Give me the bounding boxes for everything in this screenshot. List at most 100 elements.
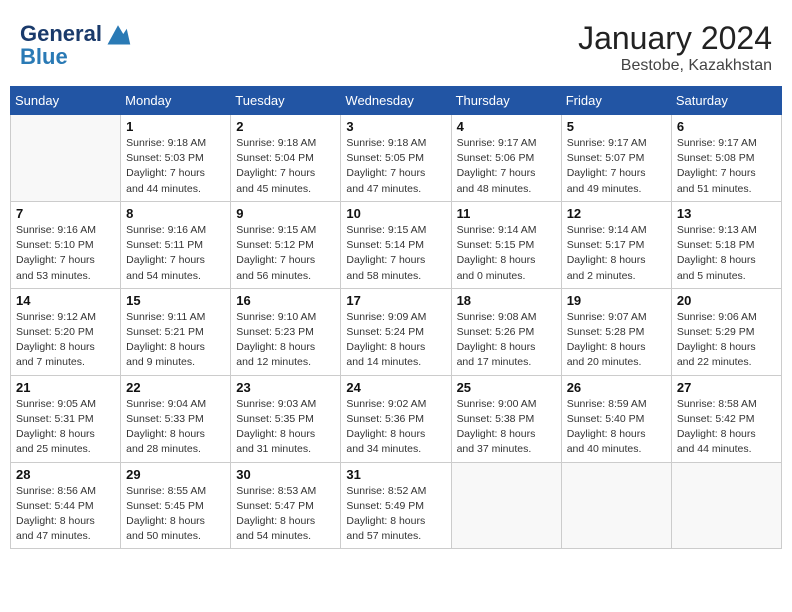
calendar-cell: 6 Sunrise: 9:17 AM Sunset: 5:08 PM Daylig…: [671, 115, 781, 202]
day-info: Sunrise: 9:14 AM Sunset: 5:17 PM Dayligh…: [567, 223, 666, 284]
calendar-cell: 17 Sunrise: 9:09 AM Sunset: 5:24 PM Dayli…: [341, 288, 451, 375]
day-number: 29: [126, 467, 225, 482]
day-number: 17: [346, 293, 445, 308]
day-info: Sunrise: 9:11 AM Sunset: 5:21 PM Dayligh…: [126, 310, 225, 371]
calendar-cell: 19 Sunrise: 9:07 AM Sunset: 5:28 PM Dayli…: [561, 288, 671, 375]
day-number: 11: [457, 206, 556, 221]
day-info: Sunrise: 8:56 AM Sunset: 5:44 PM Dayligh…: [16, 484, 115, 545]
day-number: 2: [236, 119, 335, 134]
day-info: Sunrise: 9:07 AM Sunset: 5:28 PM Dayligh…: [567, 310, 666, 371]
day-info: Sunrise: 9:18 AM Sunset: 5:04 PM Dayligh…: [236, 136, 335, 197]
calendar-cell: 22Sunrise: 9:04 AM Sunset: 5:33 PM Dayli…: [121, 375, 231, 462]
day-number: 24: [346, 380, 445, 395]
calendar-cell: [561, 462, 671, 549]
day-info: Sunrise: 9:15 AM Sunset: 5:12 PM Dayligh…: [236, 223, 335, 284]
day-info: Sunrise: 9:17 AM Sunset: 5:06 PM Dayligh…: [457, 136, 556, 197]
day-number: 21: [16, 380, 115, 395]
calendar-cell: 31Sunrise: 8:52 AM Sunset: 5:49 PM Dayli…: [341, 462, 451, 549]
day-info: Sunrise: 8:55 AM Sunset: 5:45 PM Dayligh…: [126, 484, 225, 545]
day-info: Sunrise: 9:14 AM Sunset: 5:15 PM Dayligh…: [457, 223, 556, 284]
day-number: 20: [677, 293, 776, 308]
day-info: Sunrise: 8:53 AM Sunset: 5:47 PM Dayligh…: [236, 484, 335, 545]
calendar-cell: 14 Sunrise: 9:12 AM Sunset: 5:20 PM Dayli…: [11, 288, 121, 375]
day-number: 27: [677, 380, 776, 395]
day-number: 4: [457, 119, 556, 134]
calendar-cell: 10Sunrise: 9:15 AM Sunset: 5:14 PM Dayli…: [341, 201, 451, 288]
day-info: Sunrise: 9:00 AM Sunset: 5:38 PM Dayligh…: [457, 397, 556, 458]
day-number: 30: [236, 467, 335, 482]
calendar-cell: 23 Sunrise: 9:03 AM Sunset: 5:35 PM Dayli…: [231, 375, 341, 462]
weekday-header-tuesday: Tuesday: [231, 87, 341, 115]
weekday-header-sunday: Sunday: [11, 87, 121, 115]
logo-icon: [104, 20, 132, 48]
day-info: Sunrise: 9:16 AM Sunset: 5:11 PM Dayligh…: [126, 223, 225, 284]
day-number: 14: [16, 293, 115, 308]
calendar-cell: 25Sunrise: 9:00 AM Sunset: 5:38 PM Dayli…: [451, 375, 561, 462]
day-info: Sunrise: 9:03 AM Sunset: 5:35 PM Dayligh…: [236, 397, 335, 458]
calendar-cell: 1 Sunrise: 9:18 AM Sunset: 5:03 PM Daylig…: [121, 115, 231, 202]
calendar-cell: 8 Sunrise: 9:16 AM Sunset: 5:11 PM Daylig…: [121, 201, 231, 288]
day-number: 1: [126, 119, 225, 134]
day-number: 23: [236, 380, 335, 395]
calendar-cell: 30 Sunrise: 8:53 AM Sunset: 5:47 PM Dayli…: [231, 462, 341, 549]
day-info: Sunrise: 9:15 AM Sunset: 5:14 PM Dayligh…: [346, 223, 445, 284]
day-info: Sunrise: 9:02 AM Sunset: 5:36 PM Dayligh…: [346, 397, 445, 458]
weekday-header-friday: Friday: [561, 87, 671, 115]
calendar-week-row: 14 Sunrise: 9:12 AM Sunset: 5:20 PM Dayli…: [11, 288, 782, 375]
day-info: Sunrise: 9:13 AM Sunset: 5:18 PM Dayligh…: [677, 223, 776, 284]
day-info: Sunrise: 9:06 AM Sunset: 5:29 PM Dayligh…: [677, 310, 776, 371]
calendar-cell: 15 Sunrise: 9:11 AM Sunset: 5:21 PM Dayli…: [121, 288, 231, 375]
day-number: 9: [236, 206, 335, 221]
day-number: 5: [567, 119, 666, 134]
month-title: January 2024: [578, 20, 772, 57]
calendar-cell: 12Sunrise: 9:14 AM Sunset: 5:17 PM Dayli…: [561, 201, 671, 288]
calendar-cell: 20 Sunrise: 9:06 AM Sunset: 5:29 PM Dayli…: [671, 288, 781, 375]
logo: General Blue: [20, 20, 132, 70]
day-number: 16: [236, 293, 335, 308]
calendar-cell: 11 Sunrise: 9:14 AM Sunset: 5:15 PM Dayli…: [451, 201, 561, 288]
weekday-header-wednesday: Wednesday: [341, 87, 451, 115]
weekday-header-thursday: Thursday: [451, 87, 561, 115]
calendar-cell: 27 Sunrise: 8:58 AM Sunset: 5:42 PM Dayli…: [671, 375, 781, 462]
weekday-header-saturday: Saturday: [671, 87, 781, 115]
calendar-cell: 18 Sunrise: 9:08 AM Sunset: 5:26 PM Dayli…: [451, 288, 561, 375]
calendar-table: SundayMondayTuesdayWednesdayThursdayFrid…: [10, 86, 782, 549]
day-number: 8: [126, 206, 225, 221]
day-info: Sunrise: 9:09 AM Sunset: 5:24 PM Dayligh…: [346, 310, 445, 371]
day-info: Sunrise: 9:18 AM Sunset: 5:05 PM Dayligh…: [346, 136, 445, 197]
day-number: 15: [126, 293, 225, 308]
title-block: January 2024 Bestobe, Kazakhstan: [578, 20, 772, 75]
day-number: 13: [677, 206, 776, 221]
day-info: Sunrise: 9:18 AM Sunset: 5:03 PM Dayligh…: [126, 136, 225, 197]
day-info: Sunrise: 9:17 AM Sunset: 5:07 PM Dayligh…: [567, 136, 666, 197]
calendar-cell: 26Sunrise: 8:59 AM Sunset: 5:40 PM Dayli…: [561, 375, 671, 462]
day-number: 19: [567, 293, 666, 308]
calendar-week-row: 21 Sunrise: 9:05 AM Sunset: 5:31 PM Dayli…: [11, 375, 782, 462]
day-info: Sunrise: 9:12 AM Sunset: 5:20 PM Dayligh…: [16, 310, 115, 371]
day-info: Sunrise: 9:05 AM Sunset: 5:31 PM Dayligh…: [16, 397, 115, 458]
day-number: 6: [677, 119, 776, 134]
calendar-cell: 16Sunrise: 9:10 AM Sunset: 5:23 PM Dayli…: [231, 288, 341, 375]
calendar-cell: 29 Sunrise: 8:55 AM Sunset: 5:45 PM Dayli…: [121, 462, 231, 549]
calendar-cell: 9 Sunrise: 9:15 AM Sunset: 5:12 PM Daylig…: [231, 201, 341, 288]
day-number: 26: [567, 380, 666, 395]
day-number: 28: [16, 467, 115, 482]
calendar-cell: 4 Sunrise: 9:17 AM Sunset: 5:06 PM Daylig…: [451, 115, 561, 202]
day-number: 18: [457, 293, 556, 308]
day-info: Sunrise: 9:17 AM Sunset: 5:08 PM Dayligh…: [677, 136, 776, 197]
day-number: 22: [126, 380, 225, 395]
location: Bestobe, Kazakhstan: [578, 57, 772, 75]
calendar-cell: [11, 115, 121, 202]
calendar-cell: 28 Sunrise: 8:56 AM Sunset: 5:44 PM Dayli…: [11, 462, 121, 549]
calendar-cell: 5 Sunrise: 9:17 AM Sunset: 5:07 PM Daylig…: [561, 115, 671, 202]
calendar-cell: [671, 462, 781, 549]
calendar-week-row: 1 Sunrise: 9:18 AM Sunset: 5:03 PM Daylig…: [11, 115, 782, 202]
day-info: Sunrise: 8:58 AM Sunset: 5:42 PM Dayligh…: [677, 397, 776, 458]
calendar-cell: 2 Sunrise: 9:18 AM Sunset: 5:04 PM Daylig…: [231, 115, 341, 202]
calendar-cell: 3Sunrise: 9:18 AM Sunset: 5:05 PM Daylig…: [341, 115, 451, 202]
calendar-week-row: 7Sunrise: 9:16 AM Sunset: 5:10 PM Daylig…: [11, 201, 782, 288]
page-header: General Blue January 2024 Bestobe, Kazak…: [10, 10, 782, 80]
calendar-cell: [451, 462, 561, 549]
day-info: Sunrise: 9:08 AM Sunset: 5:26 PM Dayligh…: [457, 310, 556, 371]
calendar-cell: 24 Sunrise: 9:02 AM Sunset: 5:36 PM Dayli…: [341, 375, 451, 462]
